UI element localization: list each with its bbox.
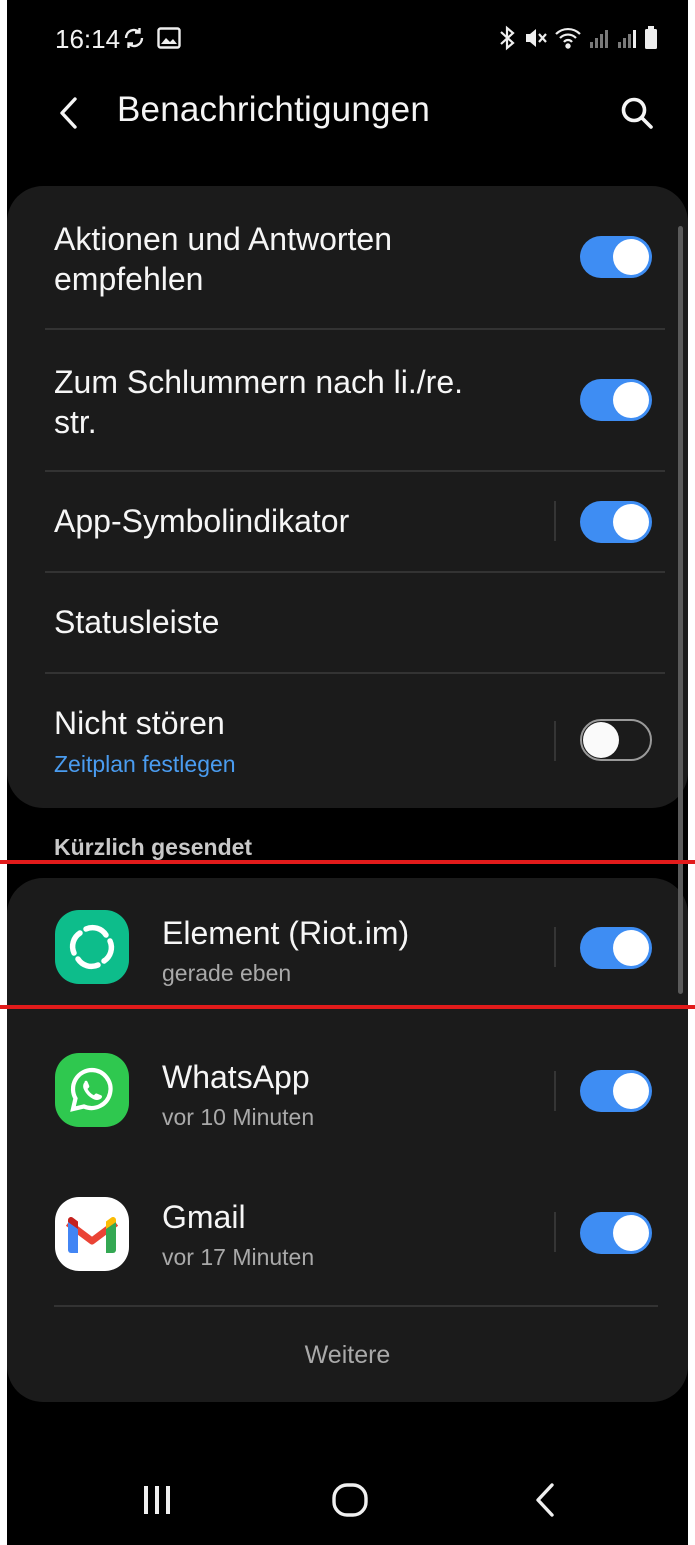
gmail-icon	[55, 1197, 129, 1271]
setting-title: App-Symbolindikator	[54, 503, 350, 539]
app-time: gerade eben	[162, 960, 292, 986]
navigation-bar	[7, 1460, 688, 1545]
element-icon	[55, 910, 129, 984]
setting-suggest-actions[interactable]: Aktionen und Antworten empfehlen	[7, 186, 688, 329]
status-right-icons	[496, 22, 658, 54]
setting-title: Statusleiste	[54, 604, 220, 640]
app-name: Gmail	[162, 1199, 246, 1235]
nav-back-button[interactable]	[511, 1470, 581, 1530]
setting-title: Aktionen und Antworten	[54, 221, 393, 257]
notification-settings-screen: 16:14 Benachrichtigungen Aktionen und An…	[7, 0, 688, 1545]
settings-card: Aktionen und Antworten empfehlen Zum Sch…	[7, 186, 688, 808]
setting-do-not-disturb[interactable]: Nicht stören Zeitplan festlegen	[7, 673, 688, 808]
bluetooth-icon	[496, 25, 518, 51]
app-name: Element (Riot.im)	[162, 915, 410, 951]
signal-icon	[616, 25, 638, 51]
setting-app-icon-badges[interactable]: App-Symbolindikator	[7, 471, 688, 572]
wifi-icon	[554, 25, 582, 51]
app-header: Benachrichtigungen	[7, 78, 688, 148]
app-time: vor 10 Minuten	[162, 1104, 315, 1130]
element-toggle[interactable]	[580, 927, 652, 969]
chevron-left-icon	[60, 97, 77, 129]
search-button[interactable]	[612, 88, 662, 138]
setting-title: empfehlen	[54, 261, 204, 297]
app-row-element[interactable]: Element (Riot.im) gerade eben	[7, 878, 688, 1008]
status-left-icons	[121, 22, 181, 54]
setting-title: Zum Schlummern nach li./re.	[54, 364, 464, 400]
snooze-swipe-toggle[interactable]	[580, 379, 652, 421]
recent-apps-button[interactable]	[122, 1470, 192, 1530]
schedule-link[interactable]: Zeitplan festlegen	[54, 751, 236, 778]
whatsapp-icon	[55, 1053, 129, 1127]
back-button[interactable]	[47, 88, 91, 138]
home-icon	[332, 1483, 368, 1517]
section-label-recent: Kürzlich gesendet	[54, 834, 253, 860]
separator	[554, 1071, 556, 1111]
separator	[554, 721, 556, 761]
app-row-whatsapp[interactable]: WhatsApp vor 10 Minuten	[7, 1021, 688, 1161]
gmail-toggle[interactable]	[580, 1212, 652, 1254]
separator	[554, 1212, 556, 1252]
setting-title: str.	[54, 404, 97, 440]
mute-icon	[524, 25, 548, 51]
separator	[554, 501, 556, 541]
separator	[554, 927, 556, 967]
setting-snooze-swipe[interactable]: Zum Schlummern nach li./re. str.	[7, 329, 688, 471]
whatsapp-toggle[interactable]	[580, 1070, 652, 1112]
app-name: WhatsApp	[162, 1059, 310, 1095]
battery-icon	[644, 25, 658, 51]
divider	[54, 1305, 658, 1307]
app-icon-badges-toggle[interactable]	[580, 501, 652, 543]
setting-title: Nicht stören	[54, 705, 225, 741]
suggest-actions-toggle[interactable]	[580, 236, 652, 278]
image-icon	[157, 27, 181, 49]
page-title: Benachrichtigungen	[117, 90, 430, 129]
app-time: vor 17 Minuten	[162, 1244, 315, 1270]
recent-apps-card: Element (Riot.im) gerade eben WhatsApp v…	[7, 878, 688, 1402]
signal-icon	[588, 25, 610, 51]
annotation-line-top	[0, 860, 695, 864]
annotation-line-bottom	[0, 1005, 695, 1009]
back-icon	[536, 1483, 554, 1517]
search-icon	[621, 97, 653, 129]
do-not-disturb-toggle[interactable]	[580, 719, 652, 761]
sync-icon	[121, 25, 147, 51]
recent-apps-icon	[144, 1486, 170, 1514]
status-time: 16:14	[55, 24, 121, 54]
home-button[interactable]	[315, 1470, 385, 1530]
scrollbar[interactable]	[678, 226, 683, 994]
more-button[interactable]: Weitere	[7, 1341, 688, 1370]
app-row-gmail[interactable]: Gmail vor 17 Minuten	[7, 1161, 688, 1301]
status-bar: 16:14	[7, 0, 688, 78]
setting-status-bar[interactable]: Statusleiste	[7, 572, 688, 673]
